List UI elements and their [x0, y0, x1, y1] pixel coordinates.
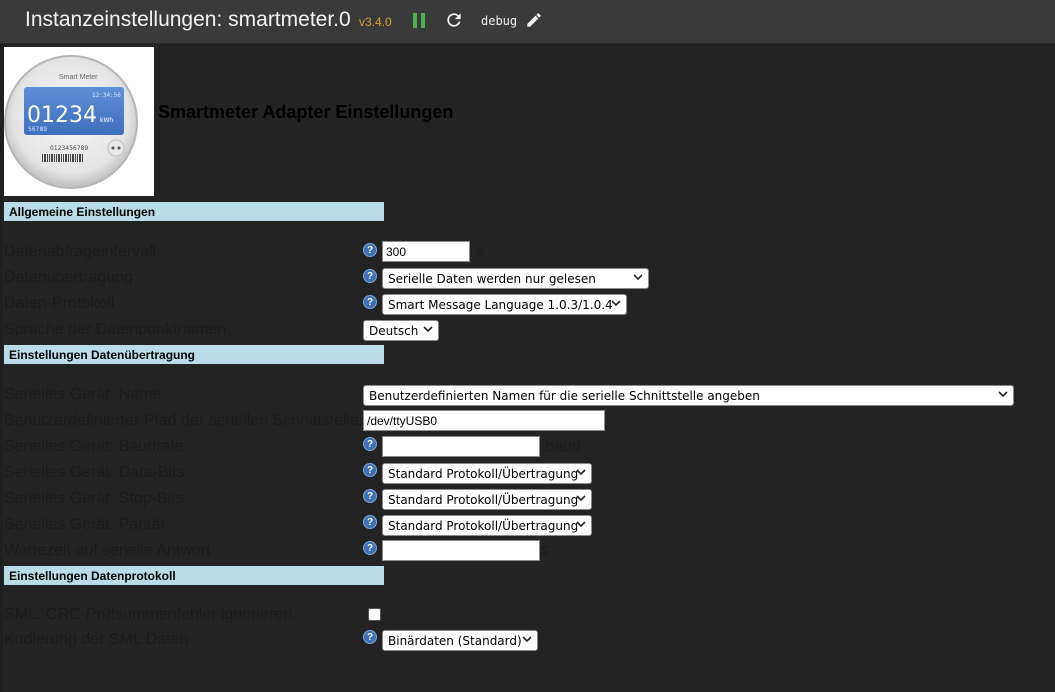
baudrate-unit: baud [545, 438, 581, 455]
parity-select[interactable]: Standard Protokoll/Übertragung [382, 515, 592, 536]
help-icon[interactable]: ? [363, 515, 377, 529]
language-select[interactable]: Deutsch [363, 320, 439, 341]
language-value: Deutsch [369, 324, 419, 338]
timeout-input[interactable] [382, 540, 540, 561]
timeout-unit: s [540, 542, 548, 559]
chevron-down-icon [576, 469, 586, 476]
stopbits-select[interactable]: Standard Protokoll/Übertragung [382, 489, 592, 510]
transfer-mode-label: Datenübertragung [4, 269, 133, 286]
interval-unit: s [476, 243, 484, 260]
help-icon[interactable]: ? [363, 630, 377, 644]
encoding-value: Binärdaten (Standard) [388, 634, 522, 648]
stopbits-value: Standard Protokoll/Übertragung [388, 493, 579, 507]
help-icon[interactable]: ? [363, 463, 377, 477]
settings-panel [3, 45, 1055, 692]
help-icon[interactable]: ? [363, 437, 377, 451]
protocol-label: Daten-Protokoll [4, 295, 115, 312]
logo-unit: kWh [100, 117, 113, 124]
encoding-label: Kodierung der SML Daten [4, 631, 189, 648]
chevron-down-icon [576, 521, 586, 528]
help-icon[interactable]: ? [363, 541, 377, 555]
logo-time: 12:34:56 [92, 92, 121, 99]
chevron-down-icon [998, 391, 1008, 398]
section-protocol: Einstellungen Datenprotokoll [4, 566, 384, 585]
header-bar: Instanzeinstellungen: smartmeter.0 v3.4.… [0, 0, 1055, 44]
logo-brand: Smart Meter [59, 74, 98, 81]
baudrate-label: Serielles Gerät: Baudrate [4, 438, 184, 455]
interval-label: Datenabfrageintervall [4, 243, 157, 260]
chevron-down-icon [522, 636, 532, 643]
custom-path-input[interactable] [363, 410, 605, 431]
help-icon[interactable]: ? [363, 243, 377, 257]
language-label: Sprache der Datenpunktnamen [4, 321, 227, 338]
section-transfer: Einstellungen Datenübertragung [4, 345, 384, 364]
databits-select[interactable]: Standard Protokoll/Übertragung [382, 463, 592, 484]
logo-subreading: 56789 [28, 126, 47, 133]
databits-value: Standard Protokoll/Übertragung [388, 467, 579, 481]
transfer-mode-value: Serielle Daten werden nur gelesen [388, 272, 596, 286]
databits-label: Serielles Gerät: Data-Bits [4, 464, 185, 481]
protocol-value: Smart Message Language 1.0.3/1.0.4 [388, 298, 613, 312]
crc-ignore-checkbox[interactable] [368, 608, 381, 621]
pause-icon[interactable] [413, 13, 427, 28]
section-general: Allgemeine Einstellungen [4, 202, 384, 221]
timeout-label: Wartezeit auf serielle Antwort [4, 542, 211, 559]
help-icon[interactable]: ? [363, 295, 377, 309]
adapter-heading: Smartmeter Adapter Einstellungen [158, 102, 454, 122]
chevron-down-icon [611, 300, 621, 307]
logo-serial: 0123456789 [50, 145, 88, 152]
page-title: Instanzeinstellungen: smartmeter.0 [25, 8, 351, 31]
log-level-label: debug [481, 14, 518, 28]
chevron-down-icon [576, 495, 586, 502]
reload-icon[interactable] [444, 10, 464, 30]
encoding-select[interactable]: Binärdaten (Standard) [382, 630, 538, 651]
serial-name-label: Serielles Gerät: Name [4, 386, 162, 403]
transfer-mode-select[interactable]: Serielle Daten werden nur gelesen [382, 268, 649, 289]
parity-label: Serielles Gerät: Parität [4, 516, 165, 533]
serial-name-value: Benutzerdefinierten Namen für die seriel… [369, 389, 760, 403]
stopbits-label: Serielles Gerät: Stop-Bits [4, 490, 184, 507]
parity-value: Standard Protokoll/Übertragung [388, 519, 579, 533]
logo-reading: 01234 [27, 103, 97, 128]
chevron-down-icon [423, 326, 433, 333]
chevron-down-icon [633, 274, 643, 281]
smartmeter-logo-image: Smart Meter 12:34:56 01234 kWh 56789 012… [4, 55, 138, 189]
interval-input[interactable] [382, 241, 470, 262]
version-badge: v3.4.0 [359, 15, 392, 29]
custom-path-label: Benutzerdefinierter Pfad der seriellen S… [4, 412, 359, 429]
protocol-select[interactable]: Smart Message Language 1.0.3/1.0.4 [382, 294, 627, 315]
baudrate-input[interactable] [382, 436, 540, 457]
help-icon[interactable]: ? [363, 269, 377, 283]
pencil-icon[interactable] [525, 11, 543, 29]
serial-name-select[interactable]: Benutzerdefinierten Namen für die seriel… [363, 385, 1014, 406]
crc-ignore-label: SML: CRC-Prüfsummenfehler ignorieren [4, 606, 293, 623]
help-icon[interactable]: ? [363, 489, 377, 503]
smartmeter-logo: Smart Meter 12:34:56 01234 kWh 56789 012… [4, 47, 154, 196]
